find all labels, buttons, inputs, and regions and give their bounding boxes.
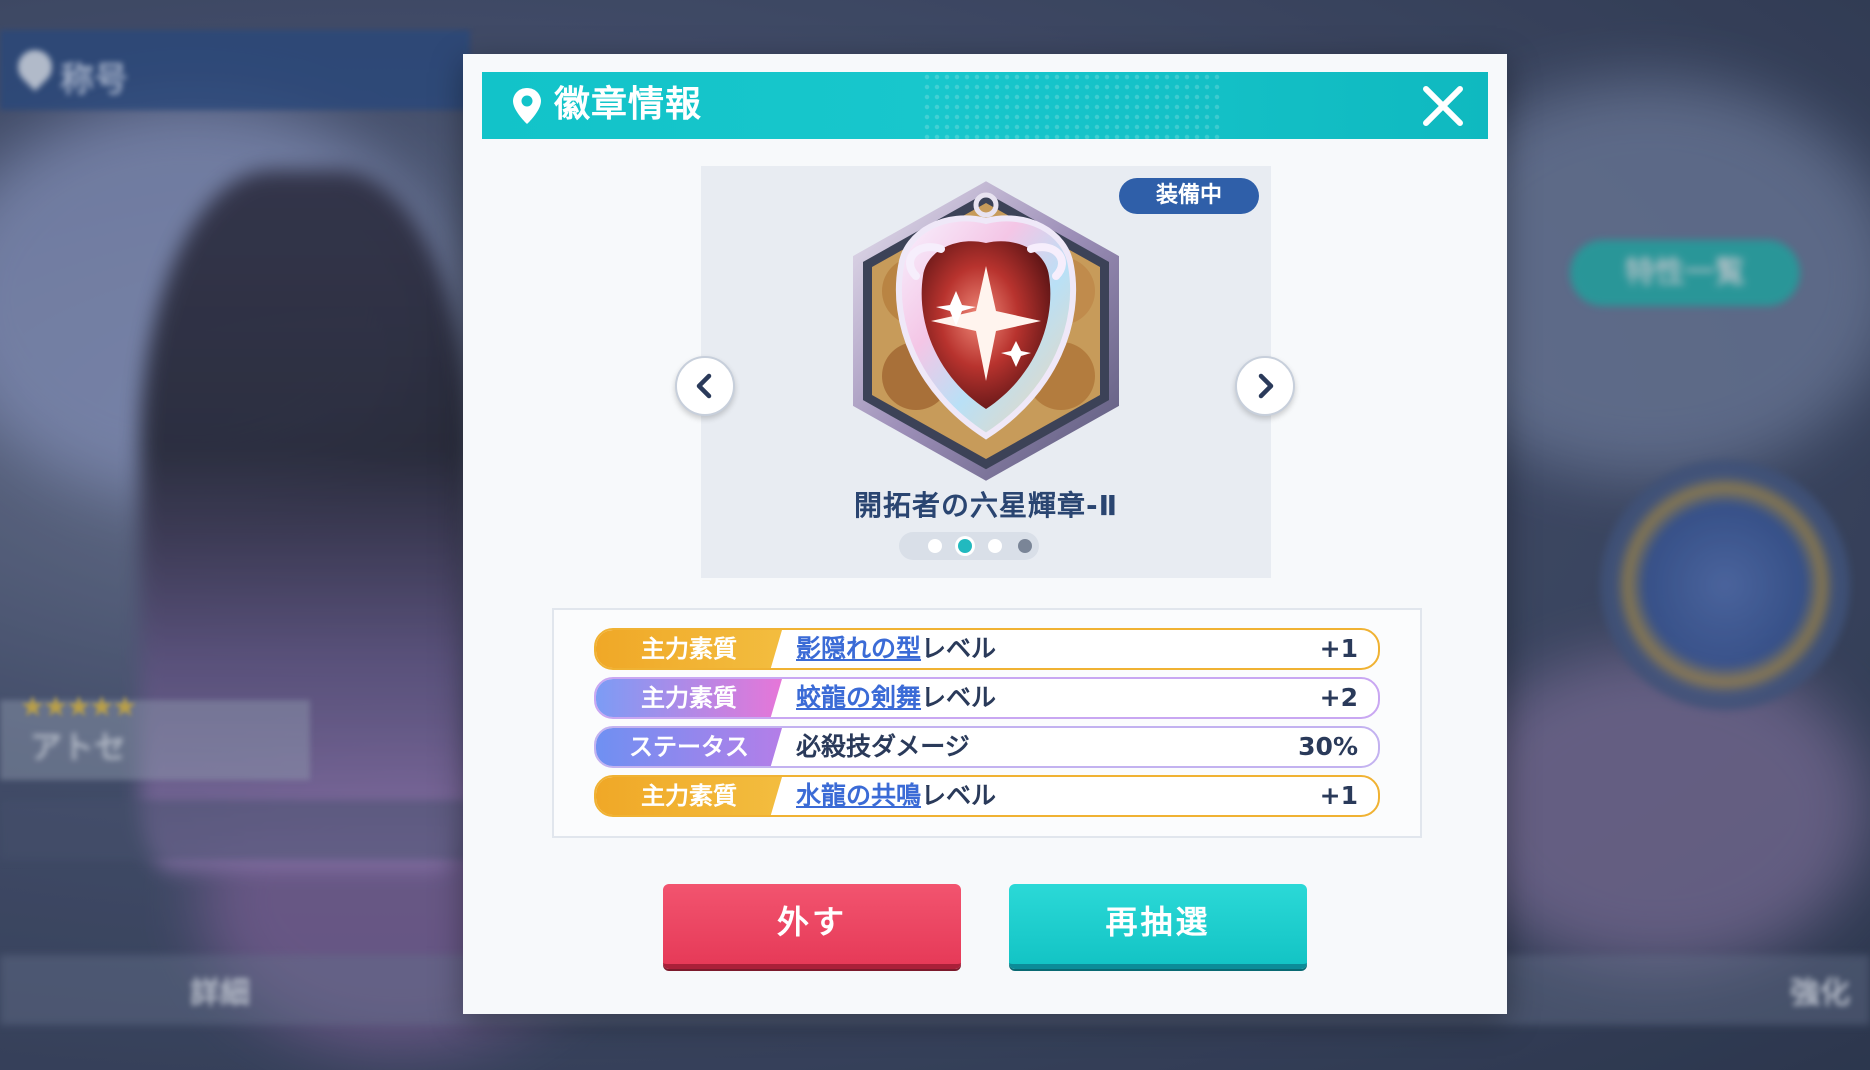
page-dot-3[interactable] [988, 539, 1002, 553]
redraw-button[interactable]: 再抽選 [1009, 884, 1307, 969]
skill-link[interactable]: 影隠れの型 [796, 634, 921, 663]
skill-link[interactable]: 蛟龍の剣舞 [796, 683, 921, 712]
stat-description: 水龍の共鳴レベル [796, 781, 997, 810]
badge-emblem-image [853, 181, 1119, 481]
stat-tag: 主力素質 [596, 679, 782, 717]
page-indicator [899, 532, 1039, 560]
location-pin-icon [513, 88, 541, 124]
stat-value: +1 [1319, 634, 1358, 663]
page-dot-1[interactable] [928, 539, 942, 553]
badge-stats-panel: 主力素質 影隠れの型レベル +1 主力素質 蛟龍の剣舞レベル +2 ステータス … [552, 608, 1422, 838]
stat-tag: 主力素質 [596, 630, 782, 668]
stat-value: 30% [1298, 732, 1358, 761]
page-dot-2[interactable] [958, 539, 972, 553]
chevron-right-icon [1258, 373, 1274, 399]
dialog-header: 徽章情報 [482, 72, 1488, 139]
stat-value: +2 [1319, 683, 1358, 712]
badge-showcase: 装備中 開拓者の六星輝章-Ⅱ [701, 166, 1271, 578]
dialog-title: 徽章情報 [554, 84, 703, 125]
skill-link[interactable]: 水龍の共鳴 [796, 781, 921, 810]
stat-row: 主力素質 水龍の共鳴レベル +1 [594, 775, 1380, 817]
stat-row: ステータス 必殺技ダメージ 30% [594, 726, 1380, 768]
chevron-left-icon [696, 373, 712, 399]
stat-description: 蛟龍の剣舞レベル [796, 683, 997, 712]
close-icon[interactable] [1420, 83, 1466, 129]
page-dot-4[interactable] [1018, 539, 1032, 553]
equipped-badge: 装備中 [1119, 178, 1259, 214]
badge-name: 開拓者の六星輝章-Ⅱ [853, 489, 1119, 522]
stat-description: 影隠れの型レベル [796, 634, 997, 663]
badge-info-dialog: 徽章情報 装備中 開拓者の六星輝章-Ⅱ 主力素質 影隠れの型レベル +1 主力素… [463, 54, 1507, 1014]
previous-badge-button[interactable] [675, 356, 735, 416]
stat-row: 主力素質 影隠れの型レベル +1 [594, 628, 1380, 670]
remove-button[interactable]: 外す [663, 884, 961, 969]
stat-value: +1 [1319, 781, 1358, 810]
stat-tag: 主力素質 [596, 777, 782, 815]
next-badge-button[interactable] [1235, 356, 1295, 416]
stat-description: 必殺技ダメージ [796, 732, 970, 761]
stat-row: 主力素質 蛟龍の剣舞レベル +2 [594, 677, 1380, 719]
stat-tag: ステータス [596, 728, 782, 766]
